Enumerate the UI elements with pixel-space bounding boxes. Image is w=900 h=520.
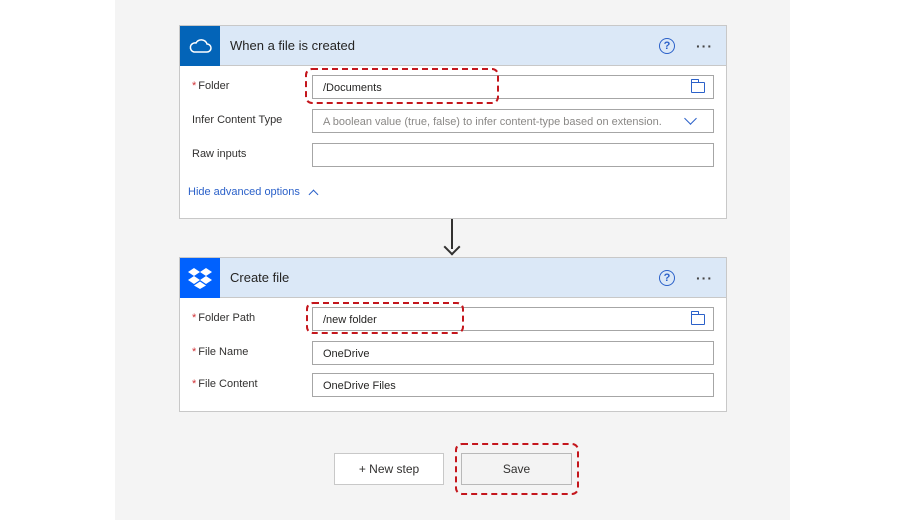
- infer-content-type-row: Infer Content Type A boolean value (true…: [180, 109, 726, 135]
- file-content-value: OneDrive Files: [323, 380, 396, 392]
- folder-label: * Folder: [192, 80, 230, 92]
- more-options-icon[interactable]: ···: [696, 38, 713, 54]
- trigger-card-header[interactable]: When a file is created ? ···: [180, 26, 726, 66]
- file-name-value: OneDrive: [323, 348, 370, 360]
- chevron-down-icon[interactable]: [684, 112, 697, 125]
- hide-advanced-options-link[interactable]: Hide advanced options: [188, 186, 319, 199]
- action-title: Create file: [230, 270, 290, 285]
- file-content-label: * File Content: [192, 378, 258, 390]
- save-button[interactable]: Save: [461, 453, 572, 485]
- file-name-row: * File Name OneDrive: [180, 341, 726, 367]
- raw-inputs-input[interactable]: [312, 143, 714, 167]
- folder-picker-icon[interactable]: [691, 79, 705, 93]
- infer-content-type-placeholder: A boolean value (true, false) to infer c…: [323, 116, 662, 128]
- help-icon[interactable]: ?: [659, 38, 675, 54]
- file-content-row: * File Content OneDrive Files: [180, 373, 726, 399]
- file-name-input[interactable]: OneDrive: [312, 341, 714, 365]
- folder-path-input[interactable]: /new folder: [312, 307, 714, 331]
- folder-path-value: /new folder: [323, 314, 377, 326]
- trigger-title: When a file is created: [230, 38, 356, 53]
- infer-content-type-select[interactable]: A boolean value (true, false) to infer c…: [312, 109, 714, 133]
- raw-inputs-row: Raw inputs: [180, 143, 726, 169]
- folder-value: /Documents: [323, 82, 382, 94]
- new-step-button[interactable]: + New step: [334, 453, 444, 485]
- folder-input[interactable]: /Documents: [312, 75, 714, 99]
- hide-advanced-options-label: Hide advanced options: [188, 186, 300, 198]
- dropbox-icon: [180, 258, 220, 298]
- chevron-up-icon: [308, 189, 319, 199]
- action-card-header[interactable]: Create file ? ···: [180, 258, 726, 298]
- help-icon[interactable]: ?: [659, 270, 675, 286]
- action-card: Create file ? ··· * Folder Path /new fold…: [179, 257, 727, 412]
- onedrive-cloud-icon: [180, 26, 220, 66]
- folder-picker-icon[interactable]: [691, 311, 705, 325]
- file-name-label: * File Name: [192, 346, 249, 358]
- trigger-card: When a file is created ? ··· * Folder /Do…: [179, 25, 727, 219]
- raw-inputs-label: Raw inputs: [192, 148, 247, 160]
- infer-content-type-label: Infer Content Type: [192, 114, 283, 126]
- folder-path-row: * Folder Path /new folder: [180, 307, 726, 333]
- folder-path-label: * Folder Path: [192, 312, 256, 324]
- folder-row: * Folder /Documents: [180, 75, 726, 101]
- file-content-input[interactable]: OneDrive Files: [312, 373, 714, 397]
- more-options-icon[interactable]: ···: [696, 270, 713, 286]
